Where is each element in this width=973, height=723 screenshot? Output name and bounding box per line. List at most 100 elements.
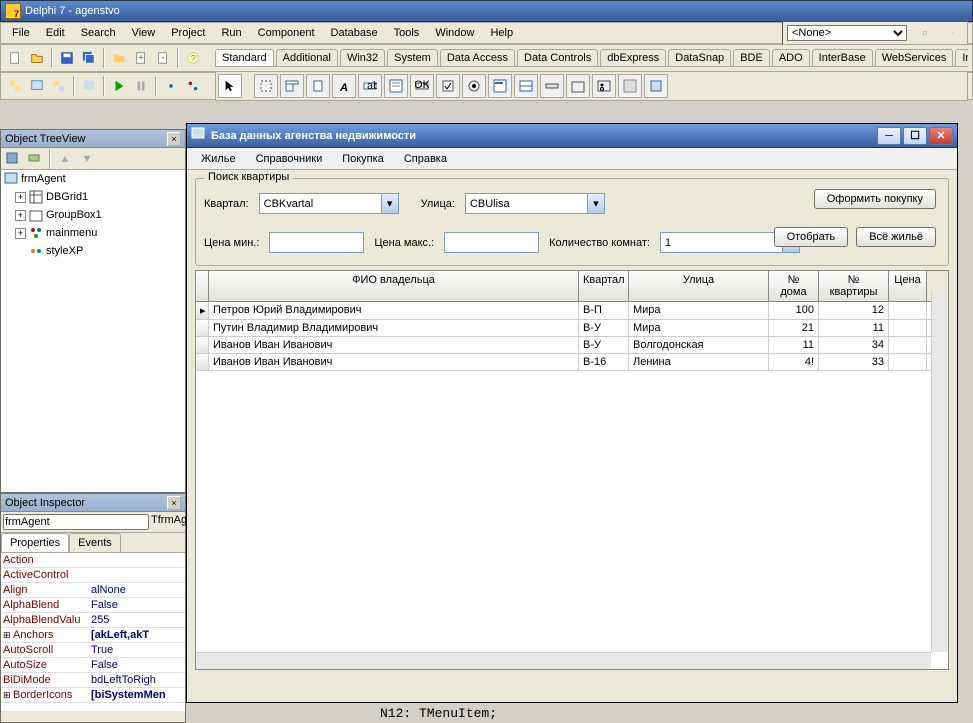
- cell[interactable]: Иванов Иван Иванович: [209, 337, 579, 353]
- form-menu-item[interactable]: Справка: [394, 150, 457, 168]
- form-titlebar[interactable]: База данных агенства недвижимости ─ ☐ ✕: [187, 124, 957, 148]
- inspector-tabs[interactable]: Properties Events: [1, 533, 185, 553]
- cell[interactable]: 34: [819, 337, 889, 353]
- pal-radiobutton-icon[interactable]: [462, 74, 486, 98]
- property-value[interactable]: bdLeftToRigh: [89, 673, 185, 687]
- cell[interactable]: Петров Юрий Владимирович: [209, 302, 579, 319]
- palette-tab[interactable]: Data Controls: [517, 49, 598, 66]
- palette-tab[interactable]: ADO: [772, 49, 810, 66]
- palette-tab[interactable]: DataSnap: [668, 49, 731, 66]
- cell[interactable]: В-16: [579, 354, 629, 370]
- cell[interactable]: Волгодонская: [629, 337, 769, 353]
- table-row[interactable]: Путин Владимир ВладимировичВ-УМира2111: [196, 320, 948, 337]
- cell[interactable]: 12: [819, 302, 889, 319]
- property-row[interactable]: AutoScrollTrue: [1, 643, 185, 658]
- cell[interactable]: Ленина: [629, 354, 769, 370]
- col-fio[interactable]: ФИО владельца: [209, 271, 579, 301]
- tree-root[interactable]: frmAgent: [1, 170, 185, 188]
- ide-menubar[interactable]: File Edit Search View Project Run Compon…: [0, 22, 973, 44]
- close-button[interactable]: ✕: [929, 127, 953, 145]
- cell[interactable]: Мира: [629, 320, 769, 336]
- pal-groupbox-icon[interactable]: [566, 74, 590, 98]
- cell[interactable]: 11: [819, 320, 889, 336]
- chevron-down-icon[interactable]: ▾: [381, 194, 398, 213]
- cell[interactable]: В-П: [579, 302, 629, 319]
- pal-panel-icon[interactable]: [618, 74, 642, 98]
- property-value[interactable]: [biSystemMen: [89, 688, 185, 702]
- property-row[interactable]: Action: [1, 553, 185, 568]
- pal-label-icon[interactable]: A: [332, 74, 356, 98]
- trace-icon[interactable]: [161, 76, 181, 96]
- property-row[interactable]: BorderIcons[biSystemMen: [1, 688, 185, 703]
- property-value[interactable]: True: [89, 643, 185, 657]
- expand-icon[interactable]: +: [15, 228, 26, 239]
- property-value[interactable]: [89, 553, 185, 567]
- cell[interactable]: [889, 302, 927, 319]
- col-kvartal[interactable]: Квартал: [579, 271, 629, 301]
- cell[interactable]: [889, 354, 927, 370]
- menu-database[interactable]: Database: [324, 25, 385, 41]
- all-button[interactable]: Всё жильё: [856, 227, 936, 247]
- tree-node-mainmenu[interactable]: + mainmenu: [1, 224, 185, 242]
- cell[interactable]: 100: [769, 302, 819, 319]
- dbgrid[interactable]: ФИО владельца Квартал Улица № дома № ква…: [195, 270, 949, 670]
- pal-frames-icon[interactable]: [254, 74, 278, 98]
- palette-tab[interactable]: Standard: [215, 49, 274, 66]
- cell[interactable]: 21: [769, 320, 819, 336]
- select-button[interactable]: Отобрать: [774, 227, 849, 247]
- pal-edit-icon[interactable]: ab: [358, 74, 382, 98]
- property-value[interactable]: [89, 568, 185, 582]
- buy-button[interactable]: Оформить покупку: [814, 189, 936, 209]
- maximize-button[interactable]: ☐: [903, 127, 927, 145]
- help-icon[interactable]: ?: [183, 48, 203, 68]
- cell[interactable]: [889, 320, 927, 336]
- form-menu-item[interactable]: Справочники: [246, 150, 333, 168]
- property-row[interactable]: Anchors[akLeft,akT: [1, 628, 185, 643]
- property-grid[interactable]: ActionActiveControlAlignalNoneAlphaBlend…: [1, 553, 185, 711]
- col-nkv[interactable]: № квартиры: [819, 271, 889, 301]
- inspector-object-combo[interactable]: TfrmAgent ▾: [1, 512, 185, 533]
- cell[interactable]: 11: [769, 337, 819, 353]
- palette-tab[interactable]: Additional: [276, 49, 338, 66]
- edit-pricemin[interactable]: [269, 232, 364, 253]
- addfile-icon[interactable]: +: [131, 48, 151, 68]
- pal-combobox-icon[interactable]: [514, 74, 538, 98]
- tab-properties[interactable]: Properties: [1, 533, 69, 552]
- property-row[interactable]: AlphaBlendValu255: [1, 613, 185, 628]
- close-icon[interactable]: ×: [167, 132, 181, 146]
- cell[interactable]: В-У: [579, 337, 629, 353]
- inspector-object-input[interactable]: [3, 514, 149, 530]
- palette-tab[interactable]: Data Access: [440, 49, 515, 66]
- debug-desktop-icon[interactable]: [943, 23, 963, 43]
- component-palette[interactable]: A ab OK: [215, 71, 968, 101]
- palette-tab[interactable]: WebServices: [875, 49, 954, 66]
- desktop-combo[interactable]: <None>: [787, 25, 907, 41]
- close-icon[interactable]: ×: [167, 496, 181, 510]
- palette-tab[interactable]: BDE: [733, 49, 770, 66]
- property-value[interactable]: [akLeft,akT: [89, 628, 185, 642]
- cell[interactable]: Иванов Иван Иванович: [209, 354, 579, 370]
- cell[interactable]: Путин Владимир Владимирович: [209, 320, 579, 336]
- combo-kvartal[interactable]: ▾: [259, 193, 399, 214]
- menu-tools[interactable]: Tools: [387, 25, 427, 41]
- removefile-icon[interactable]: -: [153, 48, 173, 68]
- open-icon[interactable]: [27, 48, 47, 68]
- pal-memo-icon[interactable]: [384, 74, 408, 98]
- run-icon[interactable]: [109, 76, 129, 96]
- openproj-icon[interactable]: [109, 48, 129, 68]
- vertical-scrollbar[interactable]: [931, 291, 948, 652]
- palette-tab[interactable]: Win32: [340, 49, 385, 66]
- pal-actionlist-icon[interactable]: [644, 74, 668, 98]
- viewunit-icon[interactable]: [5, 76, 25, 96]
- pal-button-icon[interactable]: OK: [410, 74, 434, 98]
- palette-tab[interactable]: InterBase: [812, 49, 873, 66]
- palette-tab[interactable]: System: [387, 49, 438, 66]
- menu-search[interactable]: Search: [74, 25, 123, 41]
- viewform-icon[interactable]: [27, 76, 47, 96]
- pal-radiogroup-icon[interactable]: [592, 74, 616, 98]
- saveall-icon[interactable]: [79, 48, 99, 68]
- pal-popupmenu-icon[interactable]: [306, 74, 330, 98]
- tv-down-icon[interactable]: ▼: [77, 149, 97, 169]
- menu-window[interactable]: Window: [428, 25, 481, 41]
- save-desktop-icon[interactable]: [915, 23, 935, 43]
